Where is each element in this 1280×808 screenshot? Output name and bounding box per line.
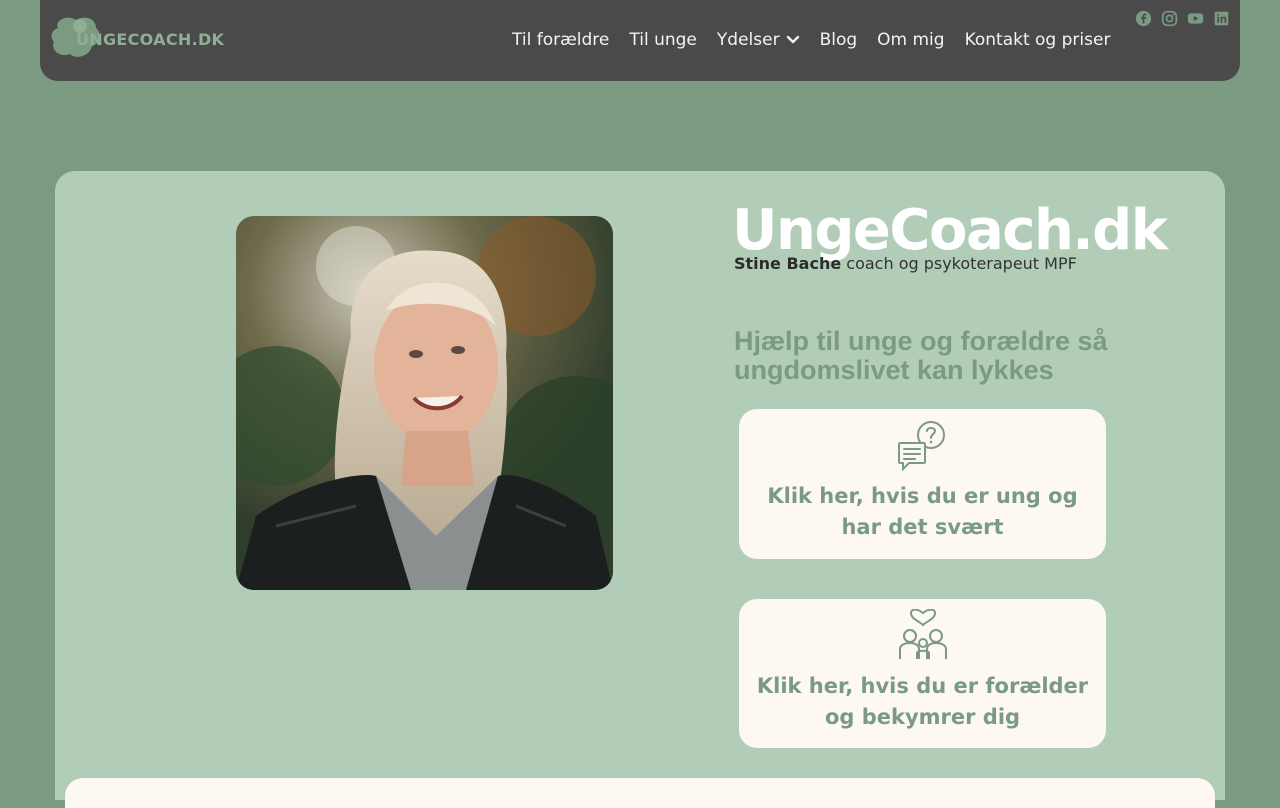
parent-cta-button[interactable]: Klik her, hvis du er forælder og bekymre… <box>739 599 1106 748</box>
youtube-icon[interactable] <box>1187 10 1204 27</box>
hero-tagline: Hjælp til unge og forældre så ungdomsliv… <box>734 326 1108 385</box>
hero-title: UngeCoach.dk <box>732 198 1168 263</box>
nav-item-ydelser[interactable]: Ydelser <box>707 30 810 50</box>
nav-label: Kontakt og priser <box>964 30 1111 50</box>
nav-label: Til forældre <box>512 30 610 50</box>
young-cta-label: Klik her, hvis du er ung og har det svær… <box>767 484 1078 539</box>
site-logo[interactable]: UNGECOACH.DK <box>50 14 224 60</box>
main-nav: Til forældre Til unge Ydelser Blog Om mi… <box>502 30 1120 50</box>
nav-label: Til unge <box>629 30 697 50</box>
logo-text: UNGECOACH.DK <box>76 30 225 49</box>
nav-item-til-foraeldre[interactable]: Til forældre <box>502 30 619 50</box>
nav-item-kontakt-og-priser[interactable]: Kontakt og priser <box>955 30 1121 50</box>
nav-label: Om mig <box>877 30 945 50</box>
linkedin-icon[interactable] <box>1213 10 1230 27</box>
parent-cta-label: Klik her, hvis du er forælder og bekymre… <box>756 674 1089 729</box>
site-header: UNGECOACH.DK Til forældre Til unge Ydels… <box>40 0 1240 81</box>
nav-item-om-mig[interactable]: Om mig <box>867 30 954 50</box>
nav-item-blog[interactable]: Blog <box>810 30 868 50</box>
hero-section: UngeCoach.dk Stine Bache coach og psykot… <box>55 171 1225 800</box>
author-name: Stine Bache <box>734 254 842 273</box>
facebook-icon[interactable] <box>1135 10 1152 27</box>
chevron-down-icon <box>786 35 799 44</box>
chat-question-icon <box>897 421 945 471</box>
hero-subtitle: Stine Bache coach og psykoterapeut MPF <box>734 254 1077 273</box>
young-cta-button[interactable]: Klik her, hvis du er ung og har det svær… <box>739 409 1106 559</box>
portrait-image <box>236 216 613 590</box>
nav-label: Blog <box>819 30 858 50</box>
instagram-icon[interactable] <box>1161 10 1178 27</box>
social-links <box>1135 10 1230 27</box>
next-section-card <box>65 778 1215 808</box>
portrait-photo <box>236 216 613 590</box>
nav-label: Ydelser <box>716 30 780 50</box>
family-heart-icon <box>898 609 947 659</box>
nav-item-til-unge[interactable]: Til unge <box>619 30 707 50</box>
author-role: coach og psykoterapeut MPF <box>841 254 1077 273</box>
